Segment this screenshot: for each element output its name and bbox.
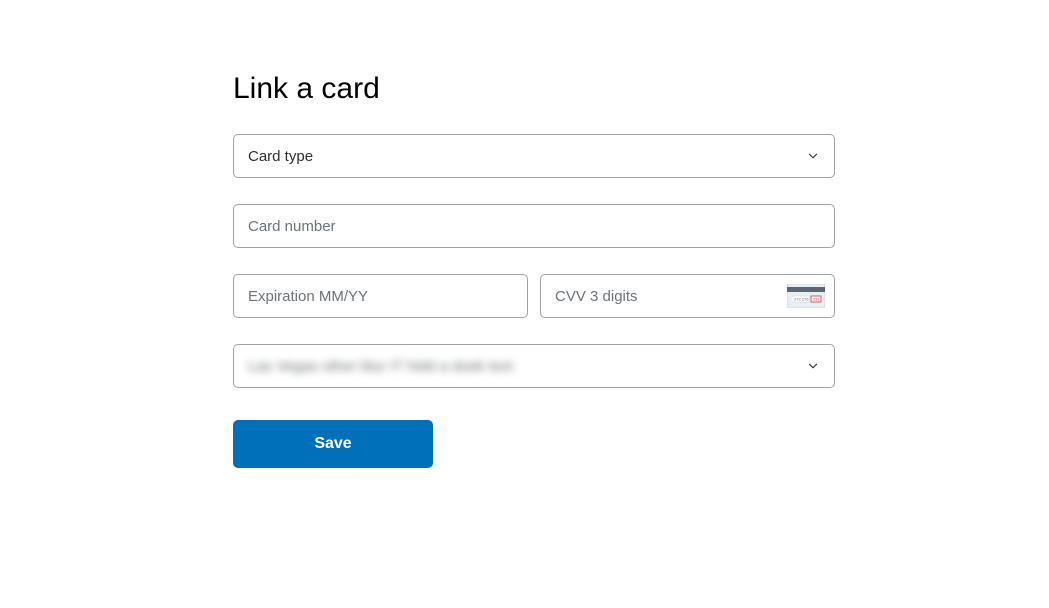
chevron-down-icon	[806, 149, 820, 163]
billing-address-select[interactable]: Las Vegas other blur IT hidd a doek text	[233, 344, 835, 388]
link-card-form: Link a card Card type 272 276 237 Las Ve…	[233, 72, 835, 468]
expiration-cvv-row: 272 276 237	[233, 274, 835, 318]
chevron-down-icon	[806, 359, 820, 373]
page-title: Link a card	[233, 72, 835, 106]
expiration-input[interactable]	[233, 274, 528, 318]
card-type-label: Card type	[248, 148, 313, 165]
card-type-select[interactable]: Card type	[233, 134, 835, 178]
svg-text:272 276: 272 276	[794, 297, 809, 302]
card-number-input[interactable]	[233, 204, 835, 248]
svg-text:237: 237	[813, 297, 820, 302]
billing-address-value: Las Vegas other blur IT hidd a doek text	[248, 358, 513, 375]
save-button[interactable]: Save	[233, 420, 433, 468]
cvv-card-icon: 272 276 237	[787, 284, 825, 308]
